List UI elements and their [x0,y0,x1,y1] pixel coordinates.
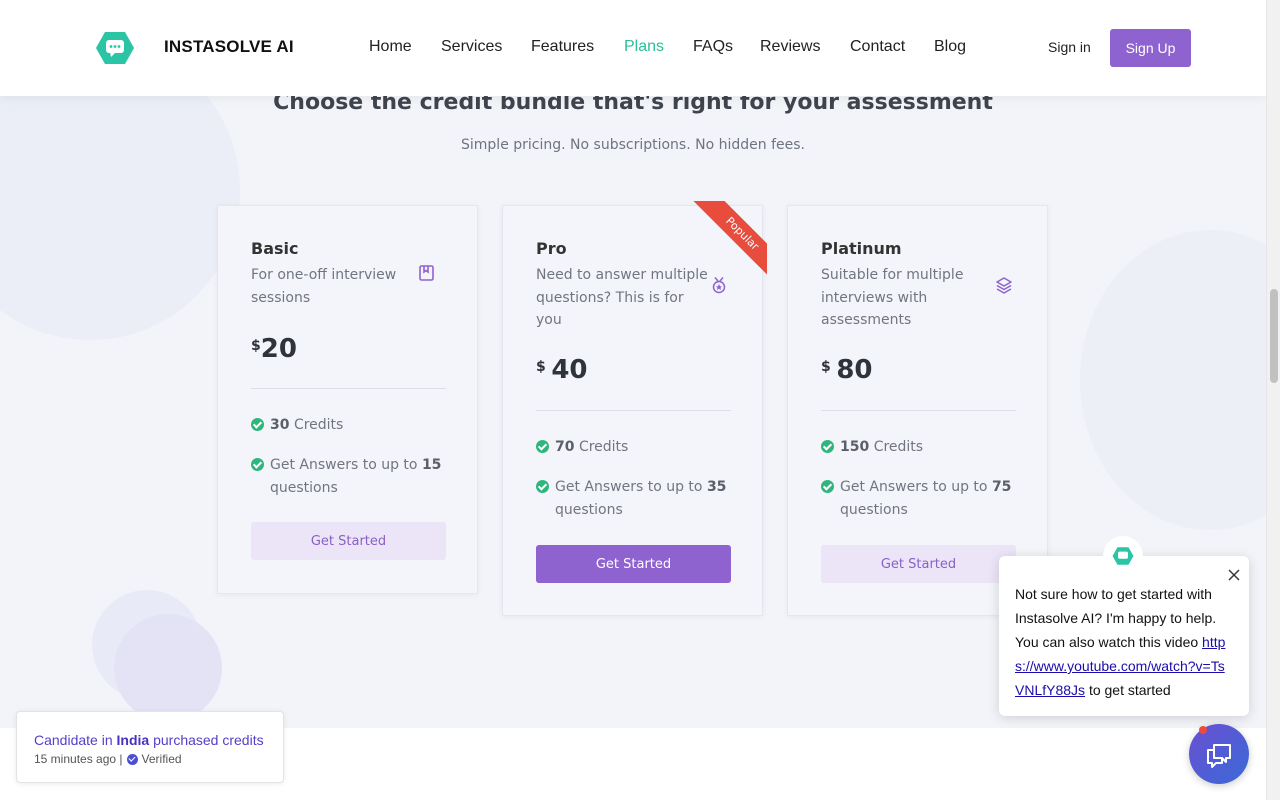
credits-value: 30 [270,417,290,433]
notification-dot [1199,726,1207,734]
page-scrollbar[interactable] [1266,0,1280,800]
plan-price: $ 40 [536,355,588,385]
book-icon [418,264,436,282]
get-started-button[interactable]: Get Started [536,545,731,583]
currency-symbol: $ [536,359,546,375]
plan-name: Platinum [821,239,902,258]
price-amount: 80 [836,355,873,385]
notification-meta: 15 minutes ago | Verified [34,752,182,766]
currency-symbol: $ [821,359,831,375]
feature-answers: Get Answers to up to 75 questions [821,476,1021,521]
nav-services[interactable]: Services [441,38,502,56]
chat-launcher-button[interactable] [1189,724,1249,784]
feature-answers: Get Answers to up to 35 questions [536,476,736,521]
plan-price: $ 80 [821,355,873,385]
answers-value: 15 [421,457,442,473]
plan-name: Pro [536,239,567,258]
plan-description: Need to answer multiple questions? This … [536,267,708,328]
feature-credits: 70 Credits [536,436,736,459]
notification-time: 15 minutes ago | [34,752,123,766]
verified-check-icon [126,753,138,765]
chat-popup: Not sure how to get started with Instaso… [999,556,1249,716]
chat-message: Not sure how to get started with Instaso… [1015,586,1217,650]
plan-price: $20 [251,334,297,364]
plan-card-basic: Basic For one-off interview sessions $20… [217,205,478,594]
nav-features[interactable]: Features [531,38,594,56]
plan-description: Suitable for multiple interviews with as… [821,267,964,328]
answers-suffix: questions [840,501,908,518]
brand-name[interactable]: INSTASOLVE AI [164,37,294,57]
price-amount: 20 [260,334,297,364]
check-icon [251,458,264,471]
background-decoration [1080,230,1280,530]
plan-description: For one-off interview sessions [251,267,397,306]
credits-label: Credits [293,417,344,433]
answers-suffix: questions [555,501,623,518]
chat-suffix: to get started [1088,682,1171,698]
answers-value: 75 [991,479,1012,495]
sign-in-link[interactable]: Sign in [1048,39,1091,55]
nav-reviews[interactable]: Reviews [760,38,820,56]
price-amount: 40 [551,355,588,385]
sign-up-button[interactable]: Sign Up [1110,29,1191,67]
notification-suffix: purchased credits [153,732,264,748]
plan-card-pro: Popular Pro Need to answer multiple ques… [502,201,767,616]
close-icon[interactable] [1228,564,1240,581]
nav-plans[interactable]: Plans [624,38,664,56]
feature-credits: 30 Credits [251,414,451,437]
credits-value: 70 [555,439,575,455]
credits-label: Credits [578,439,629,455]
answers-suffix: questions [270,479,338,496]
check-icon [821,440,834,453]
credits-label: Credits [873,439,924,455]
check-icon [536,440,549,453]
check-icon [251,418,264,431]
currency-symbol: $ [251,338,261,354]
divider [536,410,731,411]
pricing-subtitle: Simple pricing. No subscriptions. No hid… [461,137,805,153]
get-started-button[interactable]: Get Started [251,522,446,560]
answers-prefix: Get Answers to up to [270,457,418,473]
plan-card-platinum: Platinum Suitable for multiple interview… [787,205,1048,616]
notification-country: India [116,732,150,748]
feature-credits: 150 Credits [821,436,1021,459]
scrollbar-thumb[interactable] [1270,289,1278,383]
feature-answers: Get Answers to up to 15 questions [251,454,451,499]
plan-name: Basic [251,239,299,258]
purchase-notification[interactable]: Candidate in India purchased credits 15 … [16,711,284,783]
check-icon [536,480,549,493]
answers-value: 35 [706,479,727,495]
nav-home[interactable]: Home [369,38,412,56]
nav-contact[interactable]: Contact [850,38,905,56]
chat-avatar-icon [1103,536,1143,576]
verified-label: Verified [141,752,182,766]
site-header: INSTASOLVE AI Home Services Features Pla… [0,0,1266,96]
credits-value: 150 [840,439,870,455]
nav-faqs[interactable]: FAQs [693,38,733,56]
layers-icon [995,276,1013,294]
nav-blog[interactable]: Blog [934,38,966,56]
check-icon [821,480,834,493]
medal-icon [710,276,728,294]
get-started-button[interactable]: Get Started [821,545,1016,583]
notification-message: Candidate in India purchased credits [34,732,264,748]
answers-prefix: Get Answers to up to [555,479,703,495]
chat-bubble-icon [1207,744,1231,768]
notification-prefix: Candidate in [34,732,113,748]
background-decoration [114,614,222,722]
divider [821,410,1016,411]
logo-icon[interactable] [95,30,135,66]
divider [251,388,446,389]
answers-prefix: Get Answers to up to [840,479,988,495]
